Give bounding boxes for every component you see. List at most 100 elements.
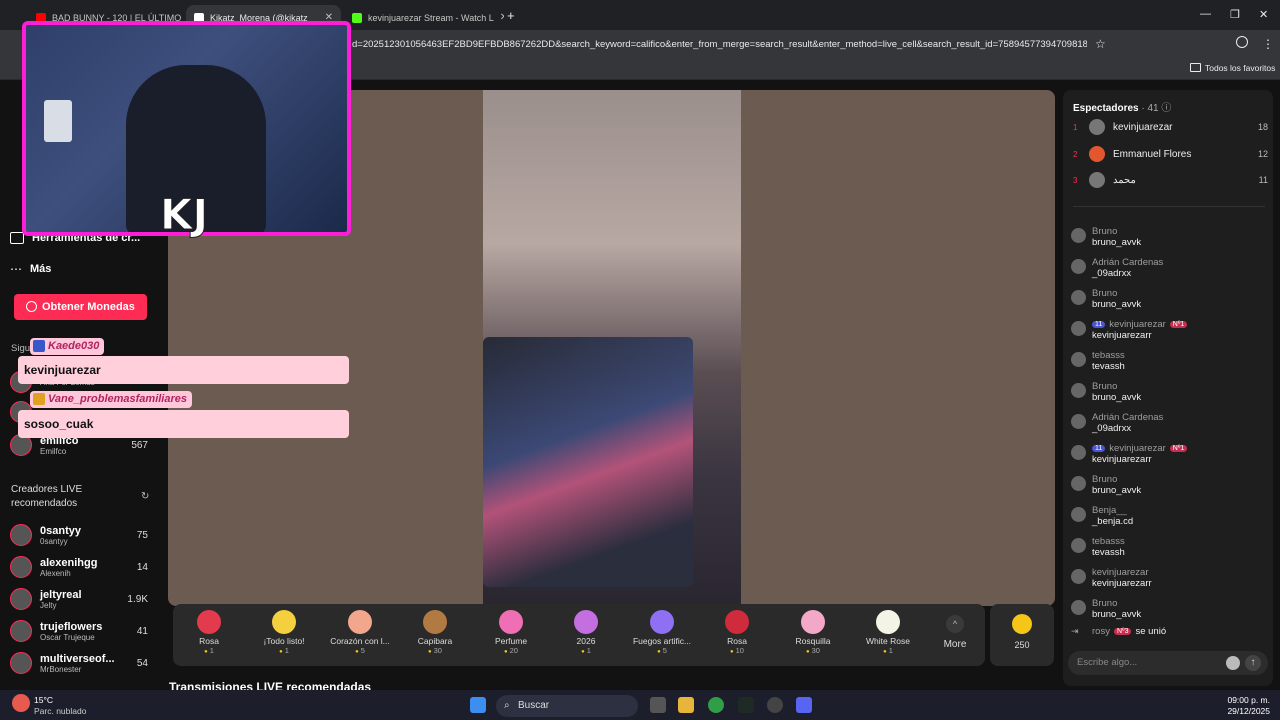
recommended-item[interactable]: multiverseof... MrBonester 54 [10, 652, 160, 674]
chat-message[interactable]: Bruno bruno_avvk [1071, 598, 1266, 620]
more-gifts-button[interactable]: ^ More [930, 615, 980, 650]
chat-username[interactable]: tebasss [1092, 536, 1125, 547]
gift-item[interactable]: White Rose1 [853, 606, 923, 655]
recommended-item[interactable]: trujeflowers Oscar Trujeque 41 [10, 620, 160, 642]
gift-item[interactable]: Rosquilla30 [778, 606, 848, 655]
clock-time[interactable]: 09:00 p. m. [1200, 695, 1270, 705]
send-icon[interactable]: ↑ [1245, 655, 1261, 671]
chat-message[interactable]: Bruno bruno_avvk [1071, 381, 1266, 403]
chat-username[interactable]: Bruno [1092, 226, 1117, 237]
chat-username[interactable]: tebasss [1092, 350, 1125, 361]
viewer-row[interactable]: 1 kevinjuarezar 18 [1073, 119, 1268, 135]
chevron-up-icon: ^ [946, 615, 964, 633]
recommended-item[interactable]: jeltyreal Jelty 1.9K [10, 588, 160, 610]
chat-message[interactable]: Bruno bruno_avvk [1071, 474, 1266, 496]
search-icon: ⌕ [504, 700, 510, 711]
chat-username-row: Bruno [1092, 598, 1141, 609]
clock-date[interactable]: 29/12/2025 [1200, 706, 1270, 716]
info-icon[interactable]: ⓘ [1161, 103, 1171, 114]
gift-item[interactable]: Capibara30 [400, 606, 470, 655]
year-2026-icon [574, 610, 598, 634]
discord-icon[interactable] [796, 697, 812, 713]
weather-desc[interactable]: Parc. nublado [34, 706, 86, 716]
task-view-icon[interactable] [650, 697, 666, 713]
sidebar-item-more[interactable]: ⋯ Más [10, 262, 160, 276]
app-icon[interactable] [767, 697, 783, 713]
avatar [10, 556, 32, 578]
file-explorer-icon[interactable] [678, 697, 694, 713]
emoji-icon[interactable] [1226, 656, 1240, 670]
avatar [10, 652, 32, 674]
chat-message[interactable]: Bruno bruno_avvk [1071, 288, 1266, 310]
chat-username-row: 11 kevinjuarezar Nº1 [1092, 319, 1188, 330]
chat-message[interactable]: kevinjuarezar kevinjuarezarr [1071, 567, 1266, 589]
chat-text: bruno_avvk [1092, 392, 1142, 403]
chat-username[interactable]: Bruno [1092, 598, 1117, 609]
gift-item[interactable]: Perfume20 [476, 606, 546, 655]
chat-message[interactable]: Benja__ _benja.cd [1071, 505, 1266, 527]
gift-item[interactable]: Fuegos artific...5 [627, 606, 697, 655]
menu-icon[interactable]: ⋮ [1262, 37, 1274, 51]
chat-username-row: Bruno [1092, 381, 1141, 392]
chat-username[interactable]: kevinjuarezar [1109, 319, 1166, 330]
avatar [10, 524, 32, 546]
chat-username[interactable]: kevinjuarezar [1109, 443, 1166, 454]
coin-icon [26, 301, 37, 312]
viewer-row[interactable]: 3 محمد 11 [1073, 172, 1268, 188]
recommended-item[interactable]: 0santyy 0santyy 75 [10, 524, 160, 546]
chat-username[interactable]: kevinjuarezar [1092, 567, 1149, 578]
avatar [1071, 414, 1086, 429]
chat-username[interactable]: Adrián Cardenas [1092, 257, 1163, 268]
viewer-row[interactable]: 2 Emmanuel Flores 12 [1073, 146, 1268, 162]
tab-kick[interactable]: kevinjuarezar Stream - Watch L ✕ [344, 5, 504, 30]
chat-message[interactable]: tebasss tevassh [1071, 350, 1266, 372]
windows-taskbar [0, 690, 1280, 720]
chat-message[interactable]: Adrián Cardenas _09adrxx [1071, 412, 1266, 434]
weather-temp[interactable]: 15°C [34, 695, 53, 705]
profile-icon[interactable] [1236, 36, 1248, 48]
chat-username[interactable]: Adrián Cardenas [1092, 412, 1163, 423]
recommended-heading: Creadores LIVE recomendados [11, 484, 83, 509]
get-coins-button[interactable]: Obtener Monedas [14, 294, 147, 320]
minimize-icon[interactable]: — [1200, 8, 1211, 20]
gift-item[interactable]: ¡Todo listo!1 [249, 606, 319, 655]
refresh-icon[interactable]: ↻ [141, 491, 149, 502]
chat-message[interactable]: tebasss tevassh [1071, 536, 1266, 558]
chat-message[interactable]: Bruno bruno_avvk [1071, 226, 1266, 248]
gift-item[interactable]: Rosa10 [702, 606, 772, 655]
coin-balance-box[interactable]: 250 [990, 604, 1054, 666]
avatar [1071, 321, 1086, 336]
chat-username[interactable]: Bruno [1092, 381, 1117, 392]
chat-username-row: kevinjuarezar [1092, 567, 1152, 578]
restore-icon[interactable]: ❐ [1230, 8, 1240, 21]
obs-icon[interactable] [738, 697, 754, 713]
taskbar-search[interactable]: ⌕ Buscar [496, 695, 638, 717]
fireworks-icon [650, 610, 674, 634]
rank-badge: Nº1 [1169, 321, 1188, 328]
close-window-icon[interactable]: ✕ [1259, 8, 1268, 21]
chat-message[interactable]: Adrián Cardenas _09adrxx [1071, 257, 1266, 279]
chat-username[interactable]: Benja__ [1092, 505, 1127, 516]
chat-message[interactable]: 11 kevinjuarezar Nº1 kevinjuarezarr [1071, 443, 1266, 465]
coin-icon [1012, 614, 1032, 634]
url-field[interactable]: d=202512301056463EF2BD9EFBDB867262DD&sea… [352, 36, 1087, 54]
avatar [10, 588, 32, 610]
gift-item[interactable]: Rosa1 [174, 606, 244, 655]
chat-username[interactable]: Bruno [1092, 474, 1117, 485]
chat-username[interactable]: Bruno [1092, 288, 1117, 299]
windows-start-icon[interactable] [470, 697, 486, 713]
donut-icon [801, 610, 825, 634]
chrome-icon[interactable] [708, 697, 724, 713]
chat-username-row: tebasss [1092, 536, 1125, 547]
recommended-item[interactable]: alexenihgg Alexenih 14 [10, 556, 160, 578]
new-tab-button[interactable]: + [507, 8, 515, 23]
bookmark-star-icon[interactable]: ☆ [1095, 37, 1106, 51]
chat-text: kevinjuarezarr [1092, 578, 1152, 589]
gift-item[interactable]: 20261 [551, 606, 621, 655]
avatar [1089, 119, 1105, 135]
bookmarks-folder-label[interactable]: Todos los favoritos [1205, 63, 1275, 73]
gift-item[interactable]: Corazón con l...5 [325, 606, 395, 655]
close-icon[interactable]: ✕ [500, 12, 504, 23]
chat-message[interactable]: 11 kevinjuarezar Nº1 kevinjuarezarr [1071, 319, 1266, 341]
chat-text: kevinjuarezarr [1092, 330, 1152, 341]
